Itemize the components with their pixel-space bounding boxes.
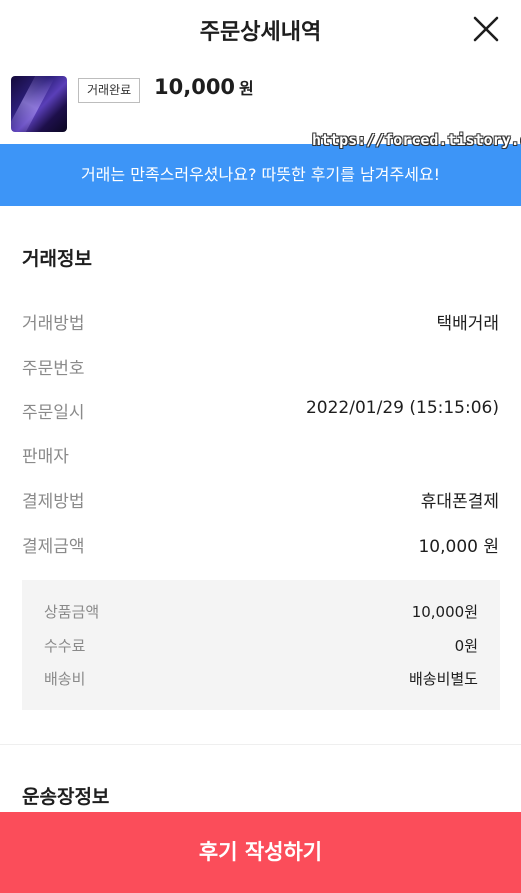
price-unit: 원 xyxy=(239,79,254,98)
payment-breakdown-box: 상품금액 10,000원 수수료 0원 배송비 배송비별도 xyxy=(22,580,500,710)
transaction-section-title: 거래정보 xyxy=(22,248,92,270)
row-label-payment-method: 결제방법 xyxy=(22,492,85,512)
breakdown-label-shipping: 배송비 xyxy=(44,670,86,688)
section-divider xyxy=(0,744,521,745)
review-request-banner[interactable]: 거래는 만족스러우셨나요? 따뜻한 후기를 남겨주세요! xyxy=(0,144,521,206)
row-value-payment-amount: 10,000 원 xyxy=(418,537,499,557)
page-title: 주문상세내역 xyxy=(199,20,322,45)
write-review-button[interactable]: 후기 작성하기 xyxy=(0,812,521,893)
row-value-payment-method: 휴대폰결제 xyxy=(420,492,499,512)
row-label-seller: 판매자 xyxy=(22,447,69,467)
product-summary: 거래완료 10,000 원 xyxy=(0,72,521,136)
status-badge: 거래완료 xyxy=(78,78,141,103)
watermark-text: https://forced.tistory.com xyxy=(312,131,521,149)
close-button[interactable] xyxy=(471,14,501,44)
breakdown-label-fee: 수수료 xyxy=(44,637,86,655)
breakdown-label-product: 상품금액 xyxy=(44,603,100,621)
breakdown-value-fee: 0원 xyxy=(454,637,478,655)
row-label-order-date: 주문일시 xyxy=(22,403,85,423)
row-label-method: 거래방법 xyxy=(22,314,85,334)
breakdown-value-shipping: 배송비별도 xyxy=(408,670,478,688)
page-header: 주문상세내역 xyxy=(0,0,521,60)
product-thumbnail[interactable] xyxy=(11,76,67,132)
row-value-order-date: 2022/01/29 (15:15:06) xyxy=(305,398,499,418)
shipping-section-title: 운송장정보 xyxy=(22,786,110,808)
close-icon xyxy=(473,16,499,42)
product-price: 10,000 원 xyxy=(154,75,254,99)
row-label-order-number: 주문번호 xyxy=(22,359,85,379)
row-value-method: 택배거래 xyxy=(436,314,499,334)
breakdown-value-product: 10,000원 xyxy=(411,603,478,621)
price-value: 10,000 xyxy=(154,75,236,99)
row-label-payment-amount: 결제금액 xyxy=(22,537,85,557)
